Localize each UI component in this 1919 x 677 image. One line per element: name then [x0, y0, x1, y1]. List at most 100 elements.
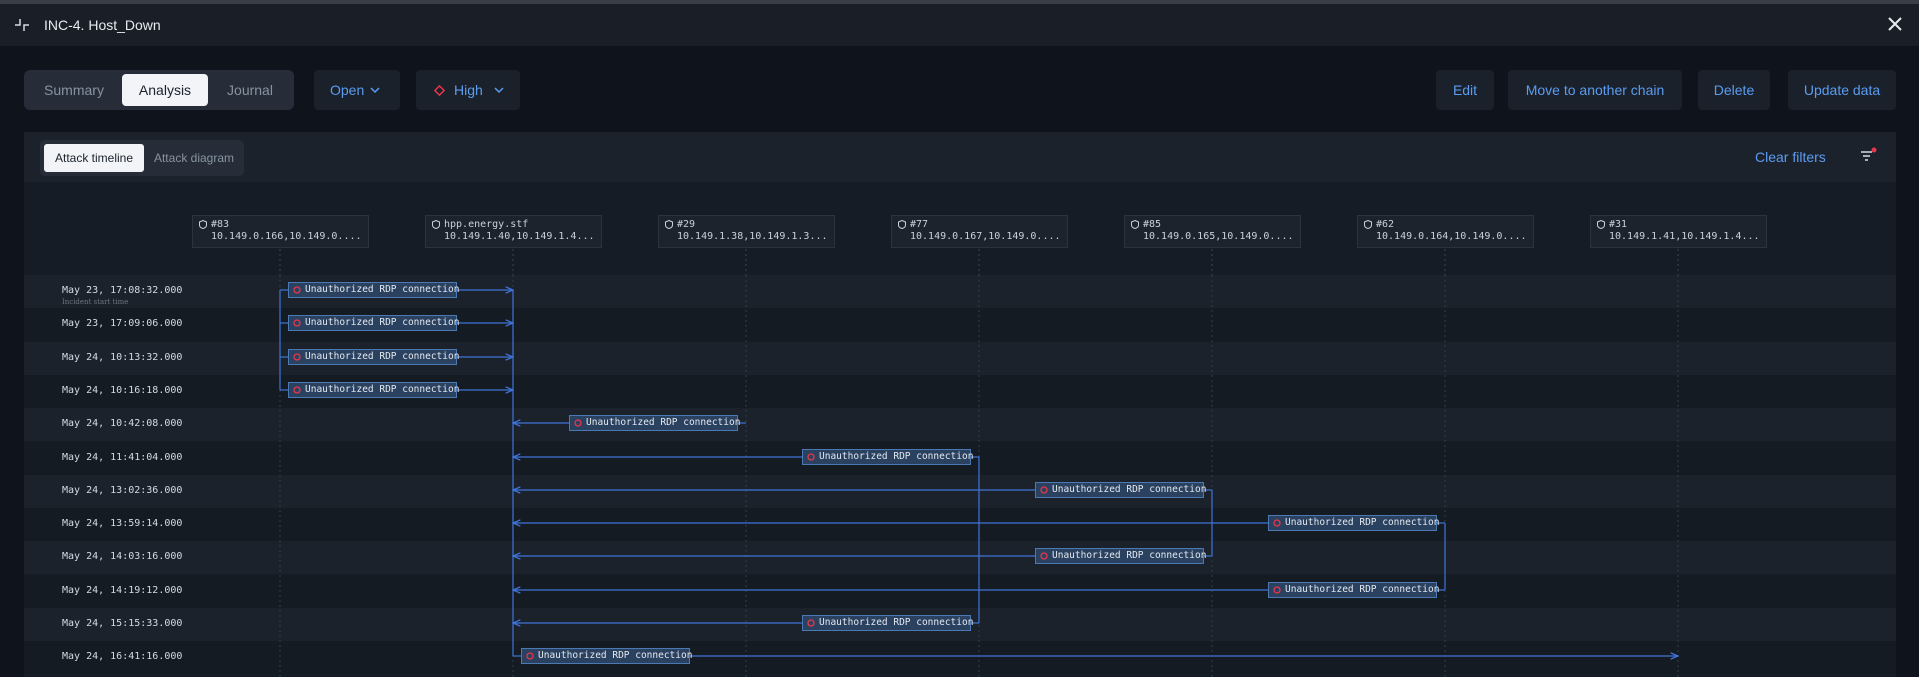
- event-card[interactable]: Unauthorized RDP connection: [802, 449, 974, 465]
- event-time: May 23, 17:09:06.000: [62, 318, 183, 329]
- alert-icon: [807, 619, 815, 627]
- clear-filters-link[interactable]: Clear filters: [1755, 149, 1826, 165]
- timeline-row: May 24, 14:19:12.000: [24, 575, 1896, 608]
- host-card[interactable]: #83 10.149.0.166,10.149.0....: [192, 215, 369, 248]
- shield-icon: [898, 220, 906, 229]
- close-icon[interactable]: [1885, 14, 1905, 34]
- event-label: Unauthorized RDP connection: [1052, 550, 1207, 561]
- event-label: Unauthorized RDP connection: [819, 451, 974, 462]
- alert-icon: [807, 453, 815, 461]
- host-card[interactable]: #29 10.149.1.38,10.149.1.3...: [658, 215, 835, 248]
- event-card[interactable]: Unauthorized RDP connection: [288, 315, 460, 331]
- host-card[interactable]: #62 10.149.0.164,10.149.0....: [1357, 215, 1534, 248]
- event-card[interactable]: Unauthorized RDP connection: [1035, 482, 1207, 498]
- host-name: #77: [910, 219, 929, 230]
- host-ips: 10.149.0.167,10.149.0....: [910, 231, 1061, 242]
- event-time: May 23, 17:08:32.000: [62, 285, 183, 296]
- timeline-row: May 24, 14:03:16.000: [24, 541, 1896, 574]
- event-card[interactable]: Unauthorized RDP connection: [288, 349, 459, 365]
- event-card[interactable]: Unauthorized RDP connection: [1268, 582, 1440, 598]
- update-data-button[interactable]: Update data: [1788, 70, 1896, 110]
- shield-icon: [432, 220, 440, 229]
- event-card[interactable]: Unauthorized RDP connection: [288, 382, 460, 398]
- incident-tabs: Summary Analysis Journal: [24, 70, 294, 110]
- event-time: May 24, 15:15:33.000: [62, 618, 183, 629]
- host-card[interactable]: #31 10.149.1.41,10.149.1.4...: [1590, 215, 1767, 248]
- event-card[interactable]: Unauthorized RDP connection: [521, 648, 693, 664]
- host-name: #31: [1609, 219, 1628, 230]
- severity-value: High: [454, 82, 483, 98]
- event-card[interactable]: Unauthorized RDP connection: [1035, 548, 1207, 564]
- event-time: May 24, 16:41:16.000: [62, 651, 183, 662]
- alert-icon: [293, 353, 301, 361]
- event-label: Unauthorized RDP connection: [819, 617, 974, 628]
- incident-toolbar: Summary Analysis Journal Open High Edit …: [0, 46, 1919, 132]
- event-card[interactable]: Unauthorized RDP connection: [1268, 515, 1440, 531]
- host-ips: 10.149.0.166,10.149.0....: [211, 231, 362, 242]
- event-time: May 24, 14:03:16.000: [62, 551, 183, 562]
- analysis-panel: Attack timeline Attack diagram Clear fil…: [24, 132, 1896, 677]
- status-value: Open: [330, 82, 365, 98]
- move-to-chain-button[interactable]: Move to another chain: [1508, 70, 1682, 110]
- host-ips: 10.149.1.40,10.149.1.4...: [444, 231, 595, 242]
- timeline-row: May 24, 10:42:08.000: [24, 408, 1896, 441]
- alert-icon: [574, 419, 582, 427]
- host-card[interactable]: #77 10.149.0.167,10.149.0....: [891, 215, 1068, 248]
- event-time: May 24, 10:42:08.000: [62, 418, 183, 429]
- event-label: Unauthorized RDP connection: [1285, 584, 1440, 595]
- shield-icon: [665, 220, 673, 229]
- shield-icon: [1597, 220, 1605, 229]
- severity-high-icon: [434, 85, 445, 96]
- shield-icon: [1131, 220, 1139, 229]
- event-label: Unauthorized RDP connection: [586, 417, 741, 428]
- status-dropdown[interactable]: Open: [314, 70, 400, 110]
- host-name: hpp.energy.stf: [444, 219, 529, 230]
- host-card[interactable]: #85 10.149.0.165,10.149.0....: [1124, 215, 1301, 248]
- tab-attack-diagram[interactable]: Attack diagram: [146, 144, 242, 172]
- event-time: May 24, 10:13:32.000: [62, 352, 183, 363]
- delete-button[interactable]: Delete: [1698, 70, 1770, 110]
- title-bar: INC-4. Host_Down: [0, 4, 1919, 46]
- shield-icon: [199, 220, 207, 229]
- chevron-down-icon: [370, 87, 380, 94]
- host-ips: 10.149.1.38,10.149.1.3...: [677, 231, 828, 242]
- host-name: #29: [677, 219, 696, 230]
- event-label: Unauthorized RDP connection: [305, 317, 460, 328]
- filter-icon[interactable]: [1859, 147, 1877, 165]
- event-label: Unauthorized RDP connection: [1052, 484, 1207, 495]
- event-time: May 24, 11:41:04.000: [62, 452, 183, 463]
- event-card[interactable]: Unauthorized RDP connection: [802, 615, 974, 631]
- alert-icon: [1040, 552, 1048, 560]
- event-time: May 24, 10:16:18.000: [62, 385, 183, 396]
- attack-timeline: May 23, 17:08:32.000 Incident start time M…: [24, 275, 1896, 677]
- chevron-down-icon: [494, 87, 504, 94]
- tab-summary[interactable]: Summary: [30, 74, 118, 106]
- severity-dropdown[interactable]: High: [416, 70, 520, 110]
- host-ips: 10.149.1.41,10.149.1.4...: [1609, 231, 1760, 242]
- event-label: Unauthorized RDP connection: [538, 650, 693, 661]
- tab-journal[interactable]: Journal: [210, 74, 290, 106]
- collapse-icon[interactable]: [14, 17, 30, 33]
- event-time: May 24, 13:02:36.000: [62, 485, 183, 496]
- alert-icon: [526, 652, 534, 660]
- event-label: Unauthorized RDP connection: [305, 384, 460, 395]
- timeline-row: May 24, 13:59:14.000: [24, 508, 1896, 541]
- event-card[interactable]: Unauthorized RDP connection: [569, 415, 741, 431]
- window-title: INC-4. Host_Down: [44, 17, 161, 33]
- tab-analysis[interactable]: Analysis: [122, 74, 208, 106]
- host-ips: 10.149.0.164,10.149.0....: [1376, 231, 1527, 242]
- host-name: #85: [1143, 219, 1162, 230]
- timeline-row: May 24, 13:02:36.000: [24, 475, 1896, 508]
- edit-button[interactable]: Edit: [1436, 70, 1494, 110]
- event-card[interactable]: Unauthorized RDP connection: [288, 282, 459, 298]
- alert-icon: [293, 386, 301, 394]
- alert-icon: [293, 286, 301, 294]
- alert-icon: [293, 319, 301, 327]
- shield-icon: [1364, 220, 1372, 229]
- tab-attack-timeline[interactable]: Attack timeline: [44, 144, 144, 172]
- host-name: #62: [1376, 219, 1395, 230]
- panel-header: Attack timeline Attack diagram Clear fil…: [24, 132, 1896, 182]
- event-time: May 24, 13:59:14.000: [62, 518, 183, 529]
- host-card[interactable]: hpp.energy.stf 10.149.1.40,10.149.1.4...: [425, 215, 602, 248]
- event-label: Unauthorized RDP connection: [1285, 517, 1440, 528]
